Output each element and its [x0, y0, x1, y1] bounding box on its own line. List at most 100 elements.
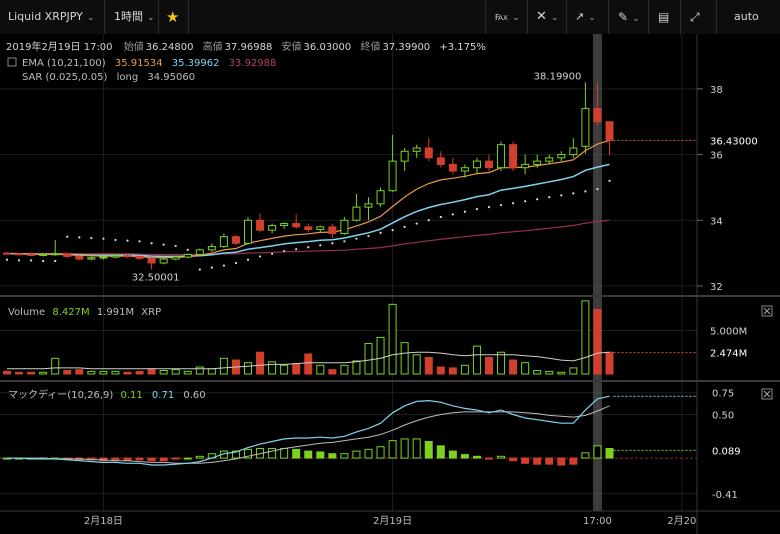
open-value: 36.24800 [146, 42, 194, 53]
volume-bar [207, 368, 216, 375]
candle-body [521, 163, 530, 169]
sar-dot [186, 248, 189, 251]
sar-dot [246, 258, 250, 261]
fullscreen-icon[interactable]: ⤢ [690, 0, 700, 34]
candles-icon[interactable]: ℻ ⌄ [495, 0, 520, 34]
volume-bar [195, 366, 204, 375]
svg-text:EMA (10,21,100) 35.91534: EMA (10,21,100) 35.91534 35.39962 33.929… [22, 58, 276, 69]
sar-direction: long [117, 72, 139, 83]
sar-dot [343, 240, 346, 243]
sar-dot [548, 196, 551, 199]
candle-body [171, 256, 180, 260]
macd-hist-bar [352, 450, 361, 459]
macd-hist-bar [412, 438, 421, 459]
sar-dot [463, 210, 466, 213]
volume-bar [521, 362, 530, 375]
sar-dot [572, 192, 575, 195]
volume-bar [135, 370, 144, 375]
star-icon[interactable]: ★ [166, 0, 179, 34]
macd-hist-bar [388, 440, 397, 459]
sar-dot [427, 219, 430, 222]
volume-bar [376, 336, 385, 375]
volume-bar [280, 364, 289, 375]
chart-canvas[interactable]: 38.19900 32.50001 2019年2月19日 17:00 始値 36.2… [0, 34, 780, 534]
sar-dot [439, 215, 442, 219]
draw-pencil-icon[interactable]: ✎ ⌄ [618, 0, 640, 34]
sar-dot [90, 236, 93, 240]
volume-bar [328, 369, 337, 375]
sar-dot [114, 238, 117, 242]
macd-hist-bar [364, 448, 373, 459]
candle-body [328, 226, 337, 234]
macd-hist-bar [509, 457, 518, 462]
high-annotation: 38.19900 [534, 71, 582, 82]
candle [244, 217, 252, 245]
sar-dot [487, 206, 491, 209]
macd-tick-label: 0.75 [712, 389, 734, 400]
candle-body [509, 144, 518, 169]
indicator-icon[interactable]: ↗ ⌄ [575, 0, 596, 34]
scale-mode-button[interactable]: auto [734, 0, 759, 34]
volume-bar [75, 369, 84, 375]
candle-body [39, 253, 48, 256]
sar-dot [499, 204, 503, 207]
candle-body [63, 253, 72, 257]
candle-body [388, 160, 397, 192]
crosshair-icon[interactable]: ✕ ⌄ [536, 0, 558, 34]
candle-body [123, 255, 132, 258]
volume-bar [111, 370, 120, 375]
candle-body [75, 255, 84, 260]
sar-dot [331, 242, 334, 245]
macd-hist-bar [557, 457, 566, 466]
interval-label: 1時間 [114, 10, 143, 23]
sar-dot [560, 194, 563, 197]
candle-body [448, 163, 457, 172]
candle [231, 234, 240, 246]
sar-dot [5, 258, 9, 261]
sar-dot [403, 225, 406, 228]
candle-body [472, 160, 481, 169]
macd-hist-bar [280, 447, 289, 459]
volume-last-label: 2.474M [710, 348, 747, 359]
candle-body [593, 108, 602, 123]
chevron-down-icon: ⌄ [147, 13, 155, 23]
sar-value: 34.95060 [147, 72, 195, 83]
sar-dot [234, 261, 238, 265]
macd-hist-bar [171, 457, 180, 460]
macd-hist-bar [135, 457, 144, 461]
volume-bar [219, 357, 228, 375]
volume-bar [268, 361, 277, 375]
macd-hist-bar [268, 447, 277, 459]
toolbar: Liquid XRPJPY ⌄ 1時間 ⌄ ★ ℻ ⌄ ✕ ⌄ ↗ ⌄ ✎ ⌄ ▤ ⤢ au… [0, 0, 780, 35]
candle-body [292, 223, 301, 228]
macd-hist-bar [460, 454, 469, 459]
macd-signal-value: 0.60 [183, 390, 205, 401]
candle [509, 141, 518, 171]
volume-bar [545, 370, 554, 375]
sar-dot [608, 179, 611, 182]
candle-body [15, 253, 24, 256]
volume-bar [171, 369, 180, 375]
candle-body [51, 253, 60, 256]
y-tick-label: 38 [710, 85, 723, 96]
symbol-selector[interactable]: Liquid XRPJPY ⌄ [8, 0, 94, 34]
volume-tick-label: 5.000M [710, 326, 747, 337]
volume-label: Volume [8, 307, 45, 318]
sar-label: SAR (0.025,0.05) [22, 72, 107, 83]
macd-hist-bar [533, 457, 542, 465]
candle-body [533, 160, 542, 165]
volume-bar [352, 360, 361, 375]
volume-bar [183, 370, 192, 375]
macd-line-value: 0.71 [152, 390, 174, 401]
volume-bar [485, 356, 493, 375]
candle-body [485, 160, 493, 169]
header-date: 2019年2月19日 17:00 [6, 40, 113, 53]
y-tick-label: 36 [710, 151, 723, 162]
svg-text:マックディー(10,26,9) 0.11 0: マックディー(10,26,9) 0.11 0.71 0.60 [8, 388, 206, 401]
layout-icon[interactable]: ▤ [658, 0, 669, 34]
sar-dot [307, 246, 310, 249]
candle-body [280, 223, 289, 227]
macd-hist-bar [376, 446, 385, 459]
interval-selector[interactable]: 1時間 ⌄ [114, 0, 155, 34]
high-label: 高値 [203, 40, 223, 53]
